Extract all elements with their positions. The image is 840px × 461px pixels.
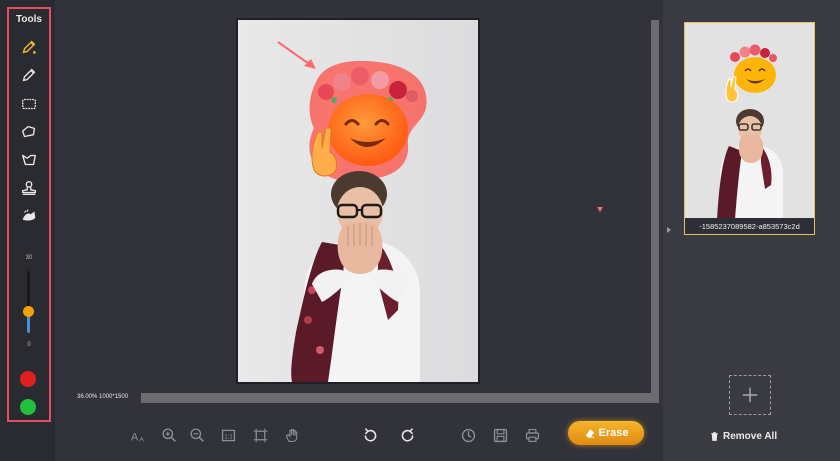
- keep-color-swatch[interactable]: [20, 371, 36, 387]
- stamp-icon: [22, 181, 36, 195]
- tools-panel: Tools 30 0: [0, 0, 55, 461]
- horizontal-scrollbar[interactable]: [141, 393, 659, 403]
- polygon-lasso-tool[interactable]: [17, 149, 41, 171]
- polygon-lasso-icon: [22, 154, 36, 166]
- zoom-out-button[interactable]: [186, 424, 208, 446]
- collapse-arrow-icon[interactable]: [667, 227, 671, 233]
- rect-select-icon: [22, 98, 36, 110]
- pencil-icon: [22, 68, 36, 82]
- erase-color-swatch[interactable]: [20, 399, 36, 415]
- fit-screen-button[interactable]: [249, 424, 271, 446]
- hand-icon: [285, 428, 297, 442]
- print-icon: [525, 428, 539, 442]
- brush-size-max: 30: [25, 255, 33, 261]
- pencil-tool[interactable]: [17, 64, 41, 86]
- eraser-icon: [585, 429, 594, 438]
- add-image-button[interactable]: [729, 375, 771, 415]
- magic-pencil-icon: [22, 40, 36, 54]
- print-button[interactable]: [521, 424, 543, 446]
- history-button[interactable]: [457, 424, 479, 446]
- undo-icon: [364, 427, 376, 441]
- save-button[interactable]: [489, 424, 511, 446]
- trash-icon: [711, 432, 718, 441]
- remove-all-button[interactable]: Remove All: [709, 431, 777, 442]
- lasso-icon: [22, 125, 36, 138]
- magic-pencil-tool[interactable]: [17, 36, 41, 58]
- brush-size-min: 0: [27, 342, 31, 348]
- zoom-info: 36.00% 1000*1500: [77, 394, 129, 400]
- erase-button[interactable]: Erase: [568, 421, 644, 445]
- vertical-scrollbar[interactable]: [651, 20, 659, 400]
- zoom-out-icon: [189, 427, 204, 442]
- eraser-icon: [22, 209, 36, 221]
- lasso-tool[interactable]: [17, 121, 41, 143]
- undo-button[interactable]: [359, 424, 381, 446]
- remove-all-label: Remove All: [723, 431, 778, 442]
- plus-icon: [742, 387, 758, 403]
- photo: [238, 20, 478, 382]
- canvas-area: 36.00% 1000*1500 AA 1:1 Erase: [55, 0, 663, 461]
- svg-text:1:1: 1:1: [224, 434, 233, 440]
- right-panel: -1585237089582-a853573c2d Remove All: [663, 0, 840, 461]
- svg-text:A: A: [130, 431, 138, 443]
- brush-size-thumb[interactable]: [23, 305, 34, 317]
- font-size-button[interactable]: AA: [127, 424, 149, 446]
- zoom-in-button[interactable]: [158, 424, 180, 446]
- save-icon: [493, 428, 507, 442]
- zoom-in-icon: [161, 427, 176, 442]
- image-canvas[interactable]: [238, 20, 478, 382]
- actual-size-icon: 1:1: [221, 429, 235, 441]
- cursor-marker: [597, 207, 603, 212]
- svg-text:A: A: [139, 436, 144, 443]
- redo-button[interactable]: [396, 424, 418, 446]
- stamp-tool[interactable]: [17, 177, 41, 199]
- brush-size-slider[interactable]: [27, 271, 30, 333]
- history-icon: [461, 428, 475, 442]
- fit-screen-icon: [253, 428, 267, 442]
- tools-box: Tools 30 0: [7, 7, 51, 422]
- font-size-icon: AA: [130, 431, 144, 443]
- eraser-tool[interactable]: [17, 205, 41, 227]
- tools-title: Tools: [16, 14, 42, 25]
- rect-select-tool[interactable]: [17, 93, 41, 115]
- hand-button[interactable]: [281, 424, 303, 446]
- actual-size-button[interactable]: 1:1: [217, 424, 239, 446]
- redo-icon: [401, 427, 413, 441]
- thumbnail-caption: -1585237089582-a853573c2d: [685, 218, 814, 234]
- thumbnail-image: [685, 23, 814, 220]
- erase-button-label: Erase: [598, 427, 629, 439]
- image-thumbnail[interactable]: -1585237089582-a853573c2d: [684, 22, 815, 235]
